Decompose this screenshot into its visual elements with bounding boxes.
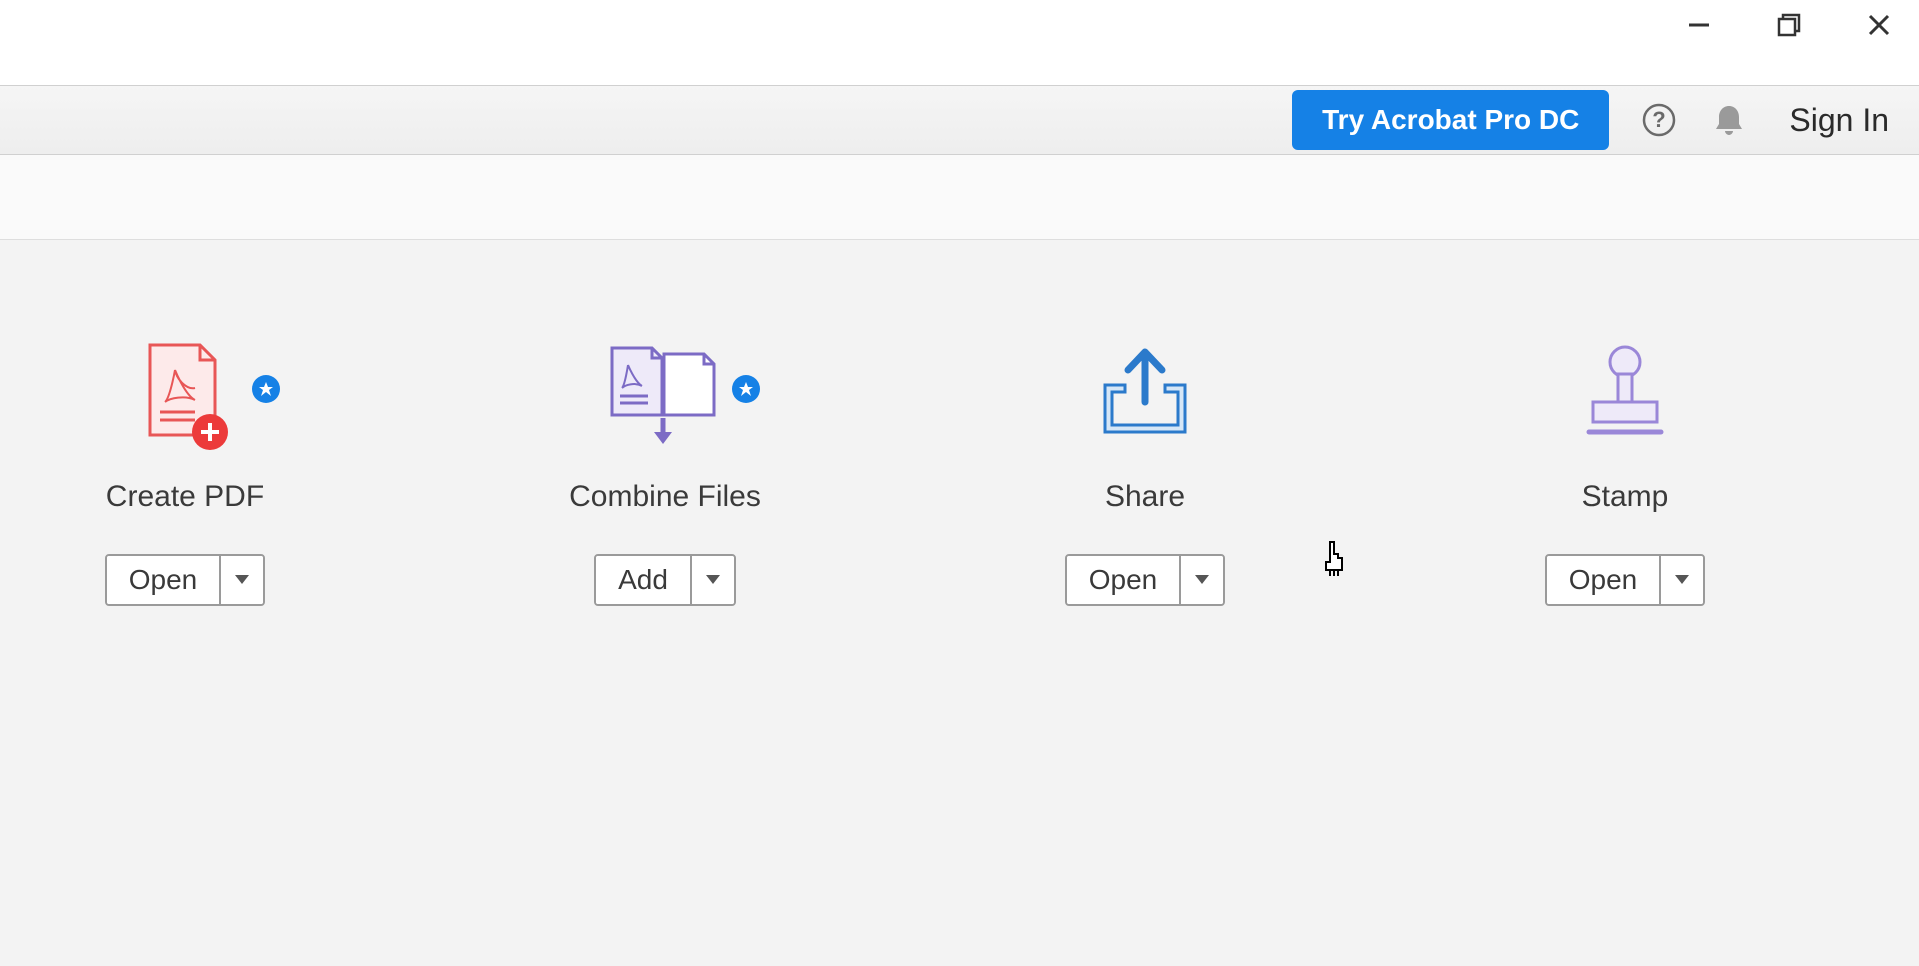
stamp-icon-wrap (1560, 340, 1690, 450)
create-pdf-icon-wrap (120, 340, 250, 450)
tool-label: Share (1105, 480, 1185, 514)
main-toolbar: Try Acrobat Pro DC ? Sign In (0, 85, 1919, 155)
close-button[interactable] (1859, 5, 1899, 45)
create-pdf-icon (135, 340, 235, 450)
tool-card-stamp: Stamp Open (1520, 340, 1730, 606)
open-button[interactable]: Open (107, 556, 220, 604)
share-icon (1090, 340, 1200, 450)
minimize-icon (1686, 12, 1712, 38)
sign-in-link[interactable]: Sign In (1789, 102, 1889, 139)
open-button[interactable]: Open (1067, 556, 1180, 604)
combine-files-icon-wrap (600, 340, 730, 450)
notifications-button[interactable] (1709, 100, 1749, 140)
dropdown-button[interactable] (690, 556, 734, 604)
tool-button-group: Add (594, 554, 736, 606)
add-button[interactable]: Add (596, 556, 690, 604)
help-icon: ? (1641, 102, 1677, 138)
maximize-button[interactable] (1769, 5, 1809, 45)
chevron-down-icon (706, 575, 720, 585)
tool-label: Stamp (1582, 480, 1669, 514)
combine-files-icon (600, 340, 730, 450)
dropdown-button[interactable] (219, 556, 263, 604)
chevron-down-icon (1195, 575, 1209, 585)
dropdown-button[interactable] (1659, 556, 1703, 604)
chevron-down-icon (235, 575, 249, 585)
try-acrobat-button[interactable]: Try Acrobat Pro DC (1292, 90, 1609, 150)
dropdown-button[interactable] (1179, 556, 1223, 604)
help-button[interactable]: ? (1639, 100, 1679, 140)
tool-card-create-pdf: Create PDF Open (80, 340, 290, 606)
close-icon (1866, 12, 1892, 38)
star-badge-icon (252, 375, 280, 403)
sub-toolbar (0, 155, 1919, 240)
minimize-button[interactable] (1679, 5, 1719, 45)
svg-text:?: ? (1653, 107, 1666, 132)
tool-button-group: Open (1545, 554, 1706, 606)
bell-icon (1713, 102, 1745, 138)
tool-label: Create PDF (106, 480, 264, 514)
chevron-down-icon (1675, 575, 1689, 585)
stamp-icon (1575, 340, 1675, 450)
tool-card-share: Share Open (1040, 340, 1250, 606)
share-icon-wrap (1080, 340, 1210, 450)
maximize-icon (1776, 12, 1802, 38)
tools-content-area: Create PDF Open (0, 240, 1919, 966)
open-button[interactable]: Open (1547, 556, 1660, 604)
tool-button-group: Open (1065, 554, 1226, 606)
tool-card-combine-files: Combine Files Add (560, 340, 770, 606)
star-badge-icon (732, 375, 760, 403)
tool-label: Combine Files (569, 480, 761, 514)
tool-button-group: Open (105, 554, 266, 606)
window-controls-bar (0, 0, 1919, 50)
